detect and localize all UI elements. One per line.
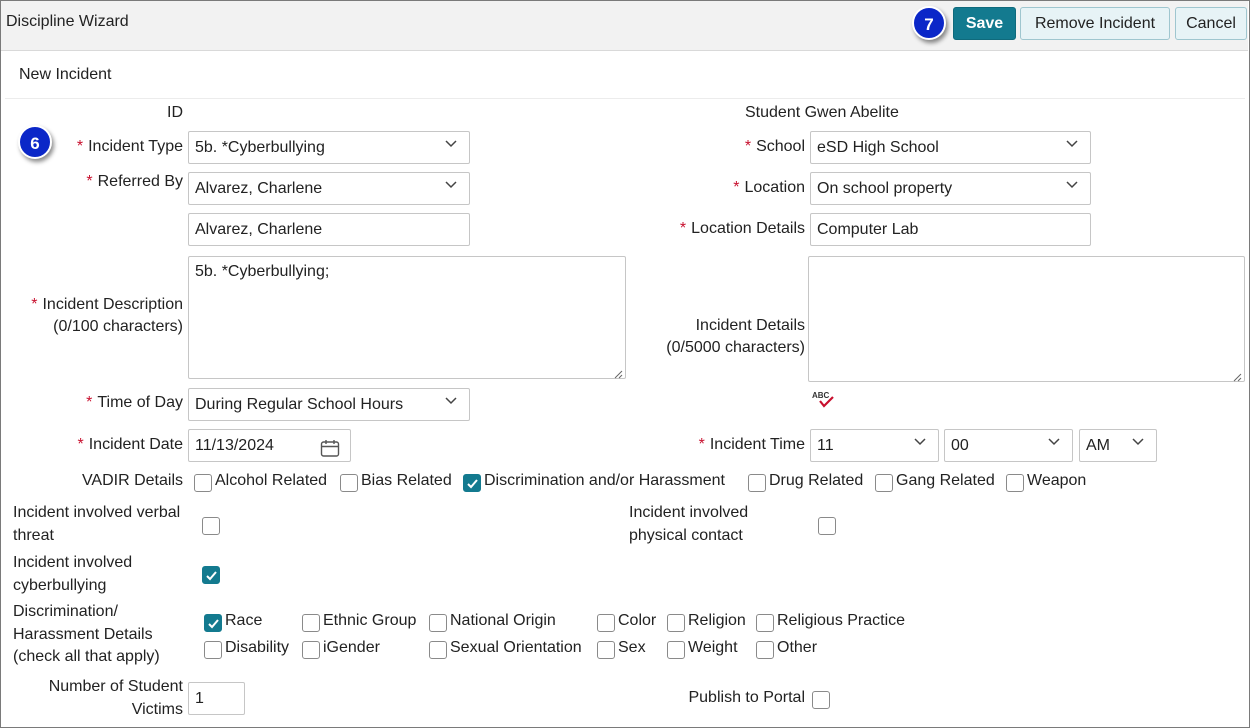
discrimination-sexual-orientation-checkbox[interactable] — [429, 641, 447, 659]
cyberbullying-label: Incident involved cyberbullying — [13, 554, 133, 594]
vadir-gang-label: Gang Related — [896, 472, 995, 489]
incident-type-label: * Incident Type — [76, 138, 183, 155]
publish-portal-checkbox[interactable] — [812, 691, 830, 709]
incident-time-ampm-select[interactable]: AM — [1079, 429, 1157, 462]
incident-time-hour-select[interactable]: 11 — [810, 429, 939, 462]
incident-description-counter: (0/100 characters) — [53, 318, 183, 335]
vadir-details-label: VADIR Details — [81, 472, 183, 489]
student-label: Student Gwen Abelite — [745, 104, 899, 121]
discrimination-national-origin-checkbox[interactable] — [429, 614, 447, 632]
vadir-alcohol-checkbox[interactable] — [194, 474, 212, 492]
discrimination-color-checkbox[interactable] — [597, 614, 615, 632]
section-title: New Incident — [19, 66, 112, 83]
incident-type-select[interactable]: 5b. *Cyberbullying — [188, 131, 470, 164]
discrimination-ethnic-group-checkbox[interactable] — [302, 614, 320, 632]
chevron-down-icon — [1048, 438, 1060, 448]
time-of-day-label: * Time of Day — [86, 394, 183, 411]
remove-incident-button[interactable]: Remove Incident — [1020, 7, 1170, 40]
referred-by-select[interactable]: Alvarez, Charlene — [188, 172, 470, 205]
chevron-down-icon — [1066, 140, 1078, 150]
discrimination-sex-label: Sex — [618, 639, 646, 656]
discrimination-weight-label: Weight — [688, 639, 738, 656]
incident-date-input[interactable]: 11/13/2024 — [188, 429, 351, 462]
discrimination-color-label: Color — [618, 612, 657, 629]
discrimination-igender-checkbox[interactable] — [302, 641, 320, 659]
vadir-weapon-checkbox[interactable] — [1006, 474, 1024, 492]
vadir-discrimination-label: Discrimination and/or Harassment — [484, 472, 725, 489]
wizard-title: Discipline Wizard — [6, 13, 129, 30]
chevron-down-icon — [445, 181, 457, 191]
student-victims-input[interactable]: 1 — [188, 682, 245, 715]
time-of-day-select[interactable]: During Regular School Hours — [188, 388, 470, 421]
vadir-weapon-label: Weapon — [1027, 472, 1087, 489]
physical-contact-label: Incident involved physical contact — [629, 504, 749, 544]
vadir-drug-label: Drug Related — [769, 472, 864, 489]
discrimination-religion-checkbox[interactable] — [667, 614, 685, 632]
chevron-down-icon — [1132, 438, 1144, 448]
vadir-gang-checkbox[interactable] — [875, 474, 893, 492]
vadir-drug-checkbox[interactable] — [748, 474, 766, 492]
verbal-threat-label: Incident involved verbal threat — [13, 504, 181, 544]
chevron-down-icon — [445, 397, 457, 407]
step-badge-save: 7 — [912, 6, 946, 40]
publish-portal-label: Publish to Portal — [688, 689, 805, 706]
incident-details-textarea[interactable] — [808, 256, 1245, 382]
discrimination-religious-practice-label: Religious Practice — [777, 612, 906, 629]
discrimination-religion-label: Religion — [688, 612, 746, 629]
chevron-down-icon — [914, 438, 926, 448]
save-button[interactable]: Save — [953, 7, 1016, 40]
referred-by-name-input[interactable]: Alvarez, Charlene — [188, 213, 470, 246]
vadir-discrimination-checkbox[interactable] — [463, 474, 481, 492]
discrimination-religious-practice-checkbox[interactable] — [756, 614, 774, 632]
cancel-button[interactable]: Cancel — [1175, 7, 1247, 40]
id-label: ID — [167, 104, 183, 121]
physical-contact-checkbox[interactable] — [818, 517, 836, 535]
discrimination-disability-checkbox[interactable] — [204, 641, 222, 659]
incident-description-label: * Incident Description — [31, 296, 183, 313]
incident-date-label: * Incident Date — [77, 436, 183, 453]
incident-details-label: Incident Details — [695, 317, 805, 334]
vadir-bias-label: Bias Related — [361, 472, 452, 489]
step-badge-incident-type: 6 — [18, 125, 52, 159]
discrimination-race-label: Race — [225, 612, 263, 629]
incident-details-counter: (0/5000 characters) — [666, 339, 805, 356]
section-divider — [5, 98, 1245, 99]
abc-spellcheck-icon[interactable]: ABC — [811, 389, 837, 414]
resize-grip-icon[interactable] — [613, 366, 623, 379]
location-details-label: * Location Details — [679, 220, 805, 237]
discrimination-igender-label: iGender — [323, 639, 380, 656]
discrimination-disability-label: Disability — [225, 639, 290, 656]
discrimination-other-checkbox[interactable] — [756, 641, 774, 659]
verbal-threat-checkbox[interactable] — [202, 517, 220, 535]
discrimination-race-checkbox[interactable] — [204, 614, 222, 632]
discrimination-other-label: Other — [777, 639, 818, 656]
location-label: * Location — [733, 179, 805, 196]
discrimination-sexual-orientation-label: Sexual Orientation — [450, 639, 582, 656]
resize-grip-icon[interactable] — [1232, 369, 1242, 382]
wizard-header: Discipline Wizard 7 Save Remove Incident… — [1, 1, 1248, 51]
incident-time-label: * Incident Time — [698, 436, 805, 453]
discrimination-sex-checkbox[interactable] — [597, 641, 615, 659]
referred-by-label: * Referred By — [86, 173, 183, 190]
incident-time-minute-select[interactable]: 00 — [944, 429, 1073, 462]
discrimination-weight-checkbox[interactable] — [667, 641, 685, 659]
calendar-icon[interactable] — [320, 437, 340, 461]
cyberbullying-checkbox[interactable] — [202, 566, 220, 584]
chevron-down-icon — [445, 140, 457, 150]
student-victims-label: Number of Student Victims — [48, 678, 183, 718]
school-label: * School — [744, 138, 805, 155]
school-select[interactable]: eSD High School — [810, 131, 1091, 164]
chevron-down-icon — [1066, 181, 1078, 191]
incident-description-textarea[interactable]: 5b. *Cyberbullying; — [188, 256, 626, 379]
vadir-alcohol-label: Alcohol Related — [215, 472, 328, 489]
discrimination-national-origin-label: National Origin — [450, 612, 556, 629]
discrimination-ethnic-group-label: Ethnic Group — [323, 612, 417, 629]
location-select[interactable]: On school property — [810, 172, 1091, 205]
vadir-bias-checkbox[interactable] — [340, 474, 358, 492]
location-details-input[interactable]: Computer Lab — [810, 213, 1091, 246]
discrimination-details-label: Discrimination/ Harassment Details (chec… — [13, 603, 160, 665]
svg-text:ABC: ABC — [812, 391, 830, 400]
